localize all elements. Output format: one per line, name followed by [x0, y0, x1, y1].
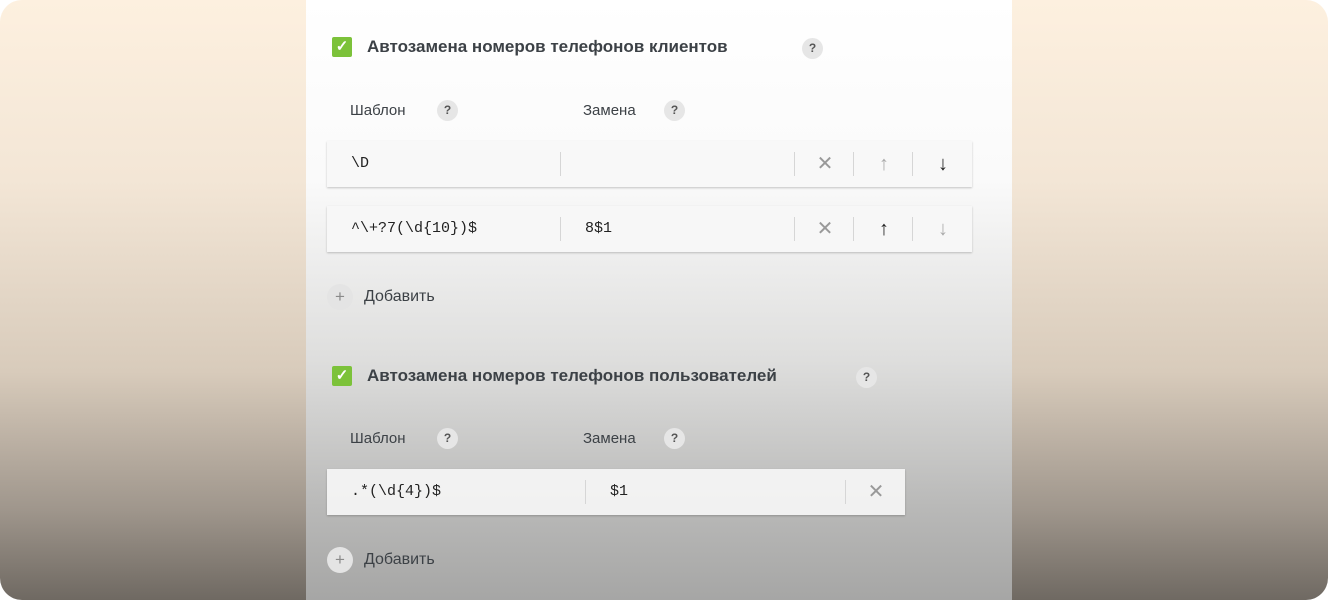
background-frame: ✓ Автозамена номеров телефонов клиентов …	[0, 0, 1328, 600]
check-icon: ✓	[335, 38, 349, 55]
arrow-down-icon: ↓	[938, 218, 948, 240]
client-rule-row: \D ✕ ↑ ↓	[327, 141, 972, 187]
user-replace-label: Замена	[583, 430, 636, 447]
delete-rule-button[interactable]: ✕	[805, 141, 845, 187]
move-up-button[interactable]: ↑	[864, 206, 904, 252]
divider	[794, 217, 795, 241]
delete-rule-button[interactable]: ✕	[856, 469, 896, 515]
divider	[560, 217, 561, 241]
rule-template-field[interactable]: ^\+?7(\d{10})$	[351, 206, 477, 252]
client-section-header: ✓ Автозамена номеров телефонов клиентов	[332, 37, 728, 57]
client-template-label: Шаблон	[350, 102, 406, 119]
divider	[853, 217, 854, 241]
add-label: Добавить	[364, 288, 435, 305]
user-template-help-icon[interactable]: ?	[437, 428, 458, 449]
close-icon: ✕	[816, 153, 834, 175]
add-label: Добавить	[364, 551, 435, 568]
user-autoreplace-checkbox[interactable]: ✓	[332, 366, 352, 386]
user-section-header: ✓ Автозамена номеров телефонов пользоват…	[332, 366, 777, 386]
close-icon: ✕	[867, 481, 885, 503]
settings-panel: ✓ Автозамена номеров телефонов клиентов …	[306, 0, 1012, 600]
user-section-help-icon[interactable]: ?	[856, 367, 877, 388]
client-replace-help-icon[interactable]: ?	[664, 100, 685, 121]
rule-replacement-field[interactable]: 8$1	[585, 206, 612, 252]
divider	[912, 152, 913, 176]
user-template-label: Шаблон	[350, 430, 406, 447]
rule-template-field[interactable]: \D	[351, 141, 369, 187]
client-section-title: Автозамена номеров телефонов клиентов	[367, 37, 728, 56]
divider	[912, 217, 913, 241]
divider	[845, 480, 846, 504]
plus-icon: +	[327, 547, 353, 573]
move-up-button[interactable]: ↑	[864, 141, 904, 187]
plus-icon: +	[327, 284, 353, 310]
move-down-button[interactable]: ↓	[923, 206, 963, 252]
divider	[560, 152, 561, 176]
divider	[794, 152, 795, 176]
rule-template-field[interactable]: .*(\d{4})$	[351, 469, 441, 515]
client-replace-label: Замена	[583, 102, 636, 119]
rule-replacement-field[interactable]: $1	[610, 469, 628, 515]
user-replace-help-icon[interactable]: ?	[664, 428, 685, 449]
user-add-rule-button[interactable]: + Добавить	[327, 547, 435, 573]
close-icon: ✕	[816, 218, 834, 240]
client-autoreplace-checkbox[interactable]: ✓	[332, 37, 352, 57]
arrow-up-icon: ↑	[879, 153, 889, 175]
user-rule-row: .*(\d{4})$ $1 ✕	[327, 469, 905, 515]
divider	[585, 480, 586, 504]
client-section-help-icon[interactable]: ?	[802, 38, 823, 59]
client-rule-row: ^\+?7(\d{10})$ 8$1 ✕ ↑ ↓	[327, 206, 972, 252]
client-add-rule-button[interactable]: + Добавить	[327, 284, 435, 310]
arrow-up-icon: ↑	[879, 218, 889, 240]
divider	[853, 152, 854, 176]
move-down-button[interactable]: ↓	[923, 141, 963, 187]
arrow-down-icon: ↓	[938, 153, 948, 175]
delete-rule-button[interactable]: ✕	[805, 206, 845, 252]
user-section-title: Автозамена номеров телефонов пользовател…	[367, 366, 777, 385]
check-icon: ✓	[335, 367, 349, 384]
client-template-help-icon[interactable]: ?	[437, 100, 458, 121]
